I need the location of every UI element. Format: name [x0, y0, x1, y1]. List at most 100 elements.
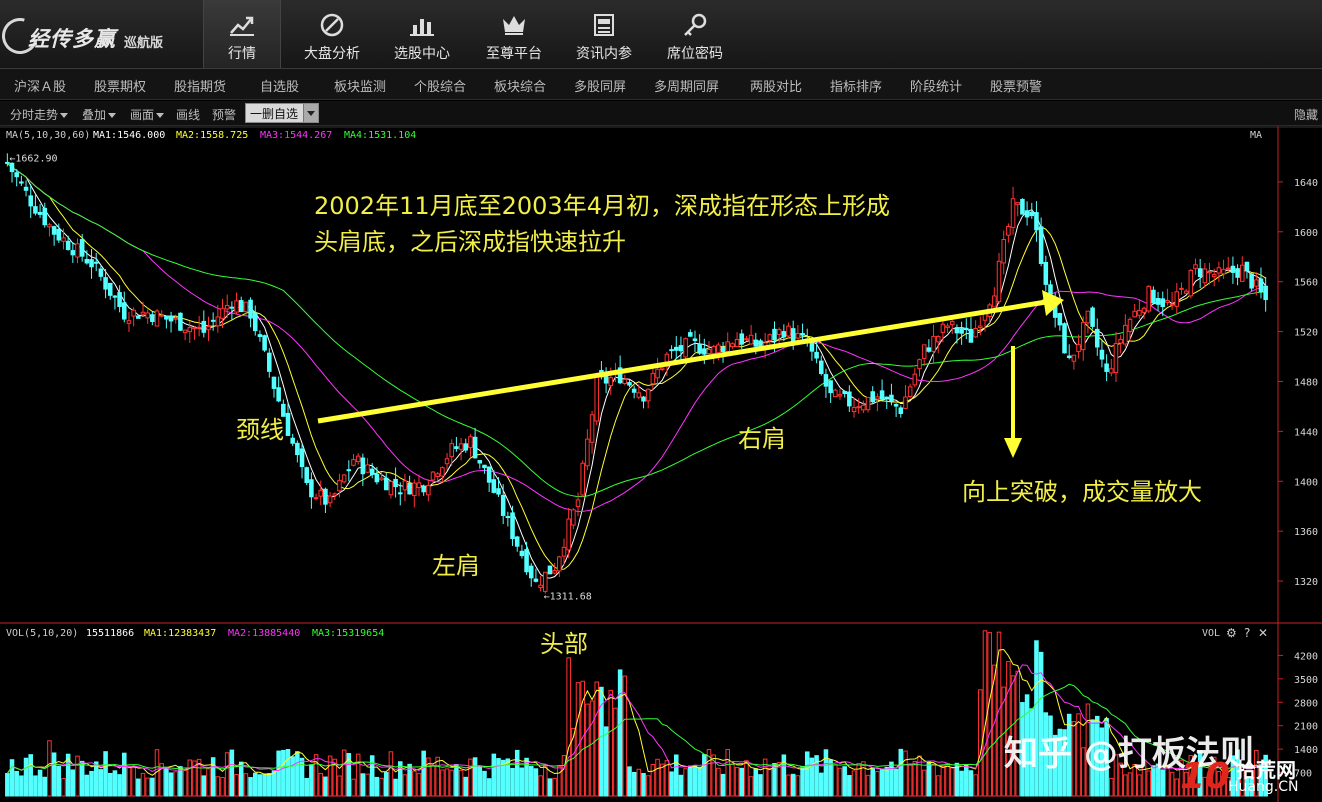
volume-bar — [893, 768, 899, 797]
volume-bar — [641, 772, 646, 797]
nav-platform[interactable]: 至尊平台 — [474, 0, 554, 68]
candle-body — [659, 367, 665, 371]
nav-news[interactable]: 资讯内参 — [564, 0, 644, 68]
volume-bar — [818, 772, 824, 797]
volume-bar — [1123, 774, 1128, 797]
candle-body — [1029, 211, 1035, 217]
nav-stock-picker[interactable]: 选股中心 — [382, 0, 462, 68]
candle-body — [842, 390, 847, 395]
candle-body — [458, 443, 464, 450]
candle-body — [14, 172, 19, 178]
menu-item-indicator-sort[interactable]: 指标排序 — [830, 76, 882, 95]
menu-item-stock-alert[interactable]: 股票预警 — [990, 76, 1042, 95]
volume-bar — [304, 777, 309, 797]
volume-bar — [725, 748, 730, 797]
volume-bar — [566, 657, 571, 797]
menu-item-multi-period[interactable]: 多周期同屏 — [654, 76, 719, 95]
candle-body — [1034, 212, 1039, 231]
candle-body — [500, 494, 506, 516]
price-tick-label: 1600 — [1294, 228, 1318, 239]
nav-seat-code[interactable]: 席位密码 — [655, 0, 735, 68]
candle-body — [1048, 284, 1053, 295]
candle-body — [1024, 210, 1030, 218]
candle-body — [1043, 261, 1049, 285]
candle-body — [496, 488, 501, 495]
volume-bar — [907, 763, 913, 797]
volume-bar — [739, 767, 745, 797]
candle-body — [1165, 300, 1170, 303]
menu-item-multi-stock[interactable]: 多股同屏 — [574, 76, 626, 95]
candle-body — [201, 320, 207, 333]
candle-body — [702, 348, 707, 355]
compass-icon — [320, 13, 344, 37]
gear-icon[interactable]: ⚙ — [1226, 626, 1237, 640]
menu-item-watchlist[interactable]: 自选股 — [260, 76, 299, 95]
candle-body — [271, 376, 277, 389]
menu-item-stock-overview[interactable]: 个股综合 — [414, 76, 466, 95]
hide-panel-button[interactable]: 隐藏 — [1294, 106, 1318, 123]
nav-label: 行情 — [228, 46, 256, 62]
chevron-down-icon — [156, 113, 165, 118]
volume-bar — [430, 765, 436, 797]
volume-bar — [940, 765, 946, 797]
candle-body — [1151, 289, 1156, 304]
volume-bar — [9, 759, 15, 797]
candle-body — [379, 477, 384, 481]
volume-bar — [1127, 772, 1133, 797]
tool-intraday[interactable]: 分时走势 — [10, 106, 69, 123]
volume-bar — [552, 777, 557, 797]
help-icon[interactable]: ? — [1244, 626, 1250, 640]
candle-body — [1169, 303, 1175, 306]
price-tick-label: 1640 — [1294, 178, 1318, 189]
close-icon[interactable]: ✕ — [1258, 626, 1268, 640]
candle-body — [1258, 278, 1264, 293]
volume-bar — [93, 761, 99, 797]
menu-item-index-futures[interactable]: 股指期货 — [174, 76, 226, 95]
volume-bar — [178, 766, 183, 797]
nav-market[interactable]: 大盘分析 — [292, 0, 372, 68]
menu-item-a-shares[interactable]: 沪深Ａ股 — [14, 76, 66, 95]
dropdown-button[interactable] — [303, 104, 318, 122]
candle-body — [547, 565, 553, 575]
nav-quote[interactable]: 行情 — [203, 0, 281, 68]
candle-body — [879, 390, 885, 400]
menu-item-period-stats[interactable]: 阶段统计 — [910, 76, 962, 95]
kline-chart[interactable]: MA(5,10,30,60) MA1:1546.000 MA2:1558.725… — [0, 126, 1322, 802]
menu-item-compare[interactable]: 两股对比 — [750, 76, 802, 95]
volume-bar — [781, 754, 787, 797]
candle-body — [959, 328, 964, 334]
candle-body — [1127, 318, 1133, 332]
menu-item-sector-monitor[interactable]: 板块监测 — [334, 76, 386, 95]
volume-bar — [402, 774, 408, 797]
volume-bar — [19, 775, 24, 797]
candle-body — [678, 345, 684, 352]
annotation-breakout: 向上突破，成交量放大 — [962, 478, 1202, 506]
candle-body — [776, 329, 782, 335]
volume-bar — [790, 773, 796, 797]
tool-draw-line[interactable]: 画线 — [176, 106, 200, 123]
chart-grid — [0, 126, 1322, 802]
candle-body — [739, 333, 745, 345]
app-logo: 经传多赢 巡航版 — [0, 11, 200, 61]
candle-body — [851, 407, 857, 413]
menu-item-stock-options[interactable]: 股票期权 — [94, 76, 146, 95]
volume-bar — [987, 632, 992, 797]
candle-body — [262, 335, 267, 351]
candle-body — [748, 334, 754, 345]
volume-bar — [758, 774, 763, 797]
vol-legend-tag: VOL — [1202, 628, 1220, 639]
candle-body — [486, 466, 492, 483]
candle-body — [772, 328, 777, 341]
candle-body — [631, 388, 637, 393]
menu-item-sector-overview[interactable]: 板块综合 — [494, 76, 546, 95]
candle-body — [1132, 310, 1137, 318]
volume-bar — [341, 749, 347, 797]
tool-alert[interactable]: 预警 — [212, 106, 236, 123]
volume-bar — [730, 763, 735, 797]
watchlist-selector[interactable]: 一删自选 — [245, 103, 319, 123]
brand-name: 经传多赢 — [28, 27, 116, 51]
tool-overlay[interactable]: 叠加 — [82, 106, 117, 123]
vol-legend-prefix: VOL(5,10,20) — [6, 628, 78, 639]
volume-bar — [865, 774, 871, 797]
tool-layout[interactable]: 画面 — [130, 106, 165, 123]
